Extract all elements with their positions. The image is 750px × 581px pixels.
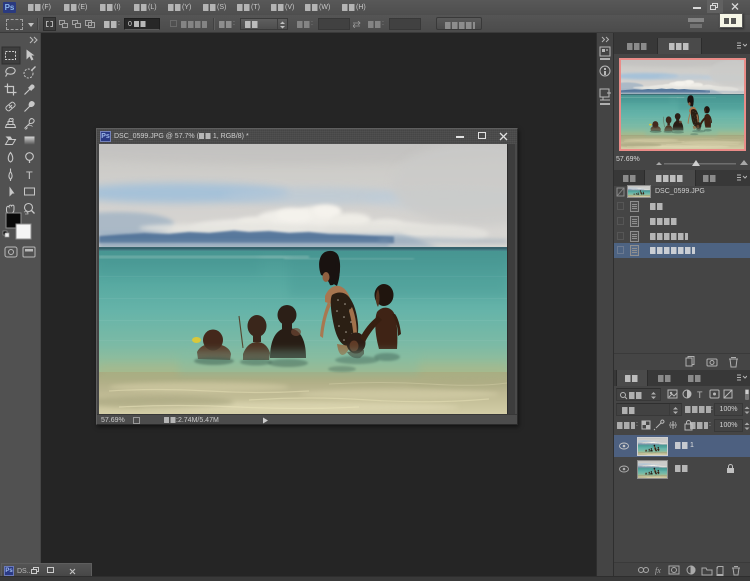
svg-text:T: T bbox=[26, 170, 33, 182]
svg-text:T: T bbox=[697, 390, 703, 400]
svg-text:fx: fx bbox=[655, 566, 661, 575]
